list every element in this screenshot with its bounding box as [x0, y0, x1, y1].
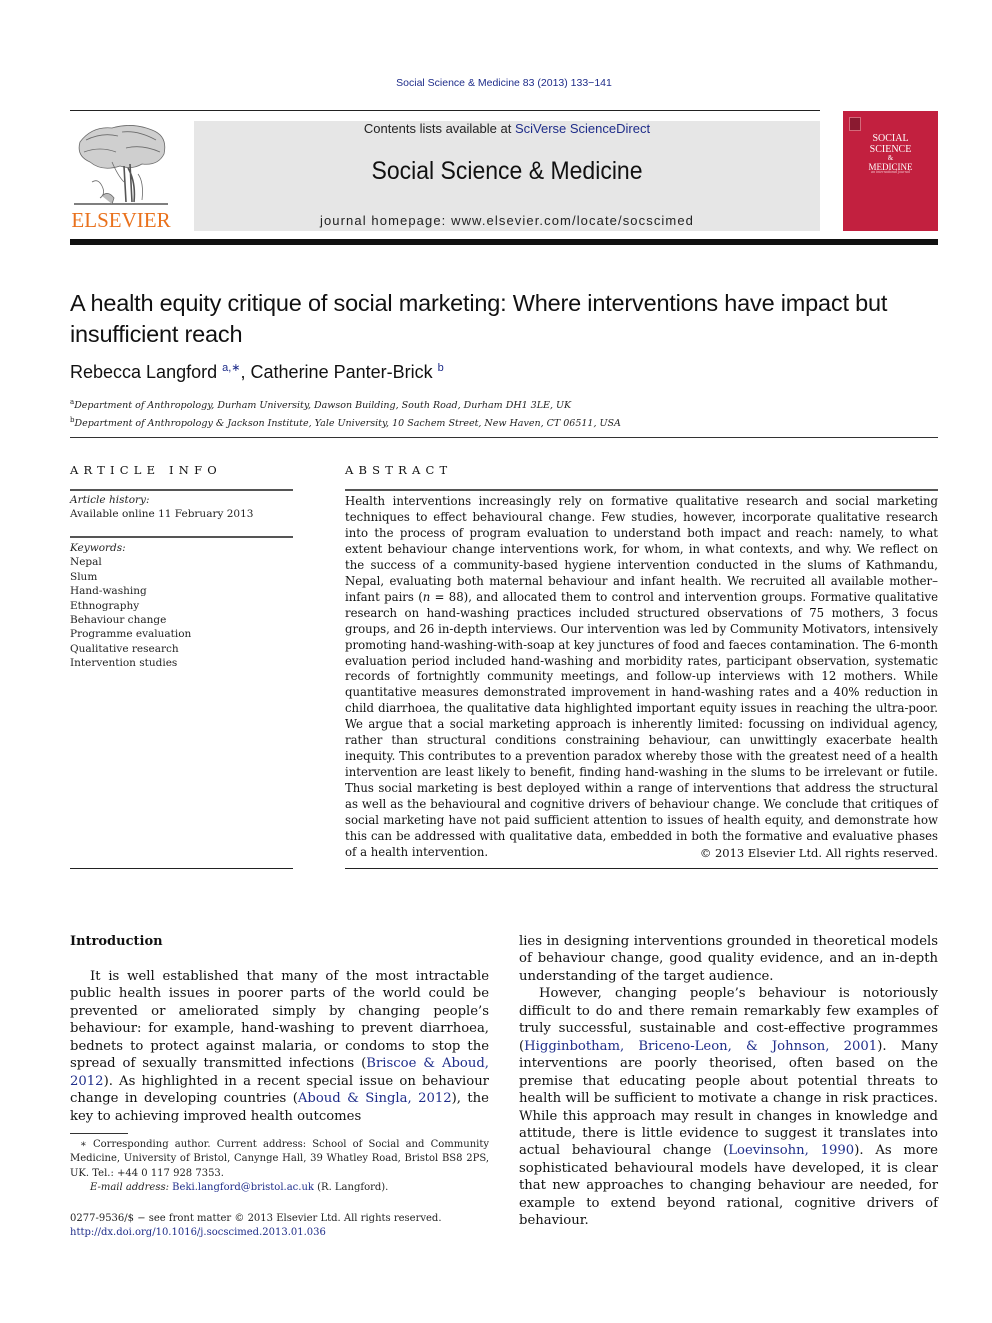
abstract-rule — [345, 489, 938, 491]
keywords-rule — [70, 536, 293, 538]
elsevier-wordmark: ELSEVIER — [71, 208, 171, 232]
keyword: Hand-washing — [70, 585, 147, 598]
contents-line: Contents lists available at SciVerse Sci… — [194, 121, 820, 136]
article-title: A health equity critique of social marke… — [70, 290, 888, 347]
article-info-end-rule — [70, 868, 293, 869]
email-label: E-mail address: — [90, 1182, 169, 1194]
issn-line: 0277-9536/$ − see front matter © 2013 El… — [70, 1213, 442, 1224]
header-rule — [70, 110, 820, 111]
header-thick-rule — [70, 239, 938, 245]
journal-title: Social Science & Medicine — [371, 157, 643, 185]
keyword: Behaviour change — [70, 614, 167, 627]
doi-link[interactable]: http://dx.doi.org/10.1016/j.socscimed.20… — [70, 1227, 326, 1238]
keyword: Qualitative research — [70, 642, 179, 655]
footnote-mark: ∗ — [80, 1139, 87, 1150]
elsevier-tree-icon — [74, 125, 168, 205]
article-info-heading: ARTICLE INFO — [70, 463, 222, 477]
citation-link[interactable]: Aboud & Singla, 2012 — [298, 1091, 452, 1106]
cover-title-line: & — [887, 154, 894, 162]
keyword: Intervention studies — [70, 657, 178, 670]
affiliations: aDepartment of Anthropology, Durham Univ… — [70, 395, 621, 431]
corresponding-author-footnote: ∗ Corresponding author. Current address:… — [70, 1138, 489, 1196]
article-history-label: Article history: — [70, 494, 150, 506]
cover-title-line: SOCIAL — [872, 133, 909, 144]
abstract-text: Health interventions increasingly rely o… — [345, 494, 938, 861]
homepage-prefix: journal homepage: — [319, 213, 452, 228]
sciencedirect-link[interactable]: SciVerse ScienceDirect — [515, 121, 650, 136]
footnote-email: E-mail address: Beki.langford@bristol.ac… — [70, 1181, 489, 1195]
homepage-url[interactable]: www.elsevier.com/locate/socscimed — [451, 213, 694, 228]
affiliation-text: Department of Anthropology & Jackson Ins… — [74, 418, 621, 429]
footnote-text: ∗ Corresponding author. Current address:… — [70, 1138, 489, 1181]
section-divider — [70, 437, 938, 438]
keyword: Ethnography — [70, 599, 140, 612]
intro-paragraph-continued: lies in designing interventions grounded… — [519, 934, 938, 984]
journal-reference[interactable]: Social Science & Medicine 83 (2013) 133−… — [0, 77, 992, 89]
body-text: ). Many interventions are poorly theoris… — [519, 1038, 939, 1159]
email-link[interactable]: Beki.langford@bristol.ac.uk — [172, 1182, 314, 1193]
article-history: Article history: Available online 11 Feb… — [70, 493, 293, 522]
cover-title: SOCIAL SCIENCE & MEDICINE — [843, 133, 938, 173]
abstract-copyright: © 2013 Elsevier Ltd. All rights reserved… — [699, 846, 938, 860]
article-info-rule — [70, 489, 293, 491]
author-affiliation-marks[interactable]: b — [438, 362, 444, 374]
author-list: Rebecca Langford a,∗, Catherine Panter-B… — [70, 361, 444, 383]
abstract-heading: ABSTRACT — [345, 463, 453, 477]
footnote-body: Corresponding author. Current address: S… — [70, 1139, 489, 1179]
intro-paragraph: It is well established that many of the … — [70, 968, 489, 1125]
keywords-block: Keywords: Nepal Slum Hand-washing Ethnog… — [70, 541, 293, 671]
abstract-text-part: Health interventions increasingly rely o… — [345, 494, 938, 604]
cover-subtitle: an international journal — [871, 169, 910, 174]
author-name[interactable]: Catherine Panter-Brick — [251, 362, 433, 382]
intro-paragraph: However, changing people’s behaviour is … — [519, 985, 938, 1229]
email-owner: (R. Langford). — [313, 1182, 389, 1194]
keyword: Nepal — [70, 556, 102, 569]
citation-link[interactable]: Loevinsohn, 1990 — [728, 1143, 854, 1158]
citation-link[interactable]: Higginbotham, Briceno-Leon, & Johnson, 2… — [524, 1039, 877, 1054]
affiliation-text: Department of Anthropology, Durham Unive… — [74, 400, 572, 411]
journal-homepage: journal homepage: www.elsevier.com/locat… — [194, 213, 820, 228]
author-name[interactable]: Rebecca Langford — [70, 362, 217, 382]
keywords-label: Keywords: — [70, 542, 126, 554]
affiliation: aDepartment of Anthropology, Durham Univ… — [70, 395, 621, 413]
contents-prefix: Contents lists available at — [363, 121, 515, 136]
author-separator: , — [240, 362, 251, 382]
affiliation: bDepartment of Anthropology & Jackson In… — [70, 413, 621, 431]
front-matter: 0277-9536/$ − see front matter © 2013 El… — [70, 1212, 510, 1240]
introduction-heading: Introduction — [70, 934, 163, 949]
journal-banner: Contents lists available at SciVerse Sci… — [194, 121, 820, 231]
abstract-end-rule — [345, 868, 938, 869]
right-column: lies in designing interventions grounded… — [519, 933, 938, 1230]
keyword: Slum — [70, 570, 98, 583]
cover-publisher-icon — [849, 117, 861, 131]
footnote-rule — [70, 1133, 128, 1134]
author-affiliation-marks[interactable]: a,∗ — [222, 362, 240, 374]
journal-cover-thumbnail[interactable]: SOCIAL SCIENCE & MEDICINE an internation… — [843, 111, 938, 231]
keyword: Programme evaluation — [70, 628, 192, 641]
article-history-value: Available online 11 February 2013 — [70, 508, 254, 521]
elsevier-logo[interactable]: ELSEVIER — [70, 118, 172, 233]
abstract-text-part: = 88), and allocated them to control and… — [345, 589, 938, 859]
